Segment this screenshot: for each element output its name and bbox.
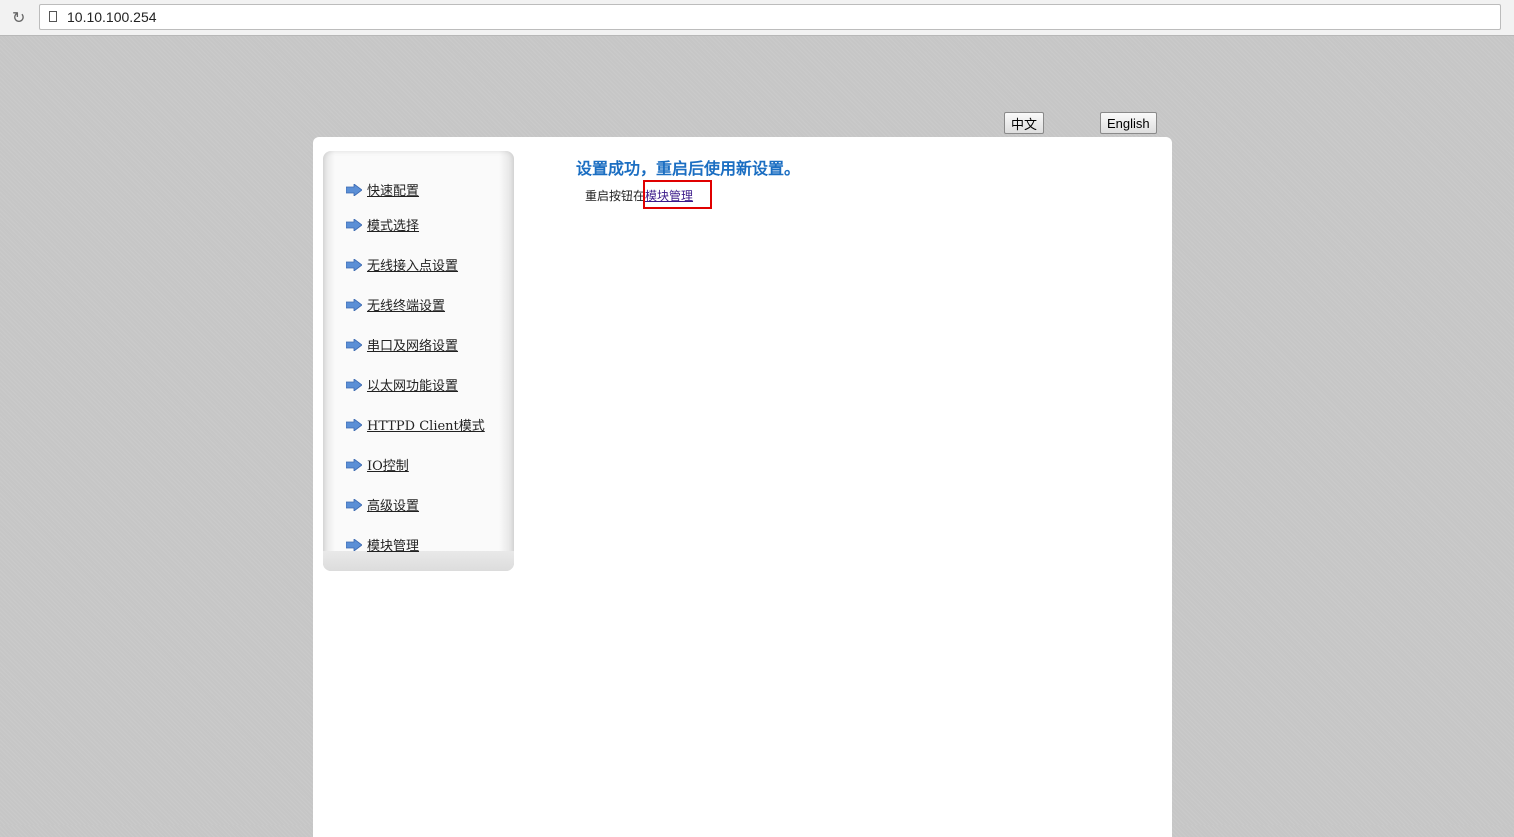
sidebar-item-label[interactable]: HTTPD Client模式 [367,415,485,434]
sidebar-item-label[interactable]: 无线接入点设置 [367,255,458,274]
highlight-box [643,180,712,209]
arrow-right-icon [346,378,362,391]
browser-toolbar: ↻ 10.10.100.254 [0,0,1514,36]
sidebar-item-label[interactable]: 以太网功能设置 [367,375,458,394]
arrow-right-icon [346,298,362,311]
page-icon [49,11,57,22]
sidebar-item-label[interactable]: 无线终端设置 [367,295,445,314]
arrow-right-icon [346,498,362,511]
arrow-right-icon [346,338,362,351]
sidebar-item[interactable]: 无线终端设置 [346,295,445,314]
success-title: 设置成功，重启后使用新设置。 [576,159,801,178]
arrow-right-icon [346,538,362,551]
sidebar-item[interactable]: 模式选择 [346,215,419,234]
sidebar-item-label[interactable]: 快速配置 [367,180,419,199]
sidebar-item[interactable]: 串口及网络设置 [346,335,458,354]
chinese-language-button[interactable]: 中文 [1004,112,1045,134]
reload-icon[interactable]: ↻ [12,8,25,27]
sidebar-item-label[interactable]: 模式选择 [367,215,419,234]
arrow-right-icon [346,418,362,431]
content-panel: 快速配置模式选择无线接入点设置 无线终端设置 串口及网络设置 以太网功能设置 HTTPD… [313,137,1172,837]
arrow-right-icon [346,218,362,231]
sidebar-item-label[interactable]: 模块管理 [367,535,419,554]
sidebar-item[interactable]: 以太网功能设置 [346,375,458,394]
sidebar-item[interactable]: 快速配置 [346,180,419,199]
arrow-right-icon [346,183,362,196]
sidebar-item-label[interactable]: IO控制 [367,455,409,474]
url-text[interactable]: 10.10.100.254 [67,9,157,25]
sidebar-footer [323,551,514,571]
sidebar-item[interactable]: IO控制 [346,455,409,474]
sidebar-item[interactable]: 模块管理 [346,535,419,554]
address-bar[interactable]: 10.10.100.254 [39,4,1501,30]
sidebar-item[interactable]: HTTPD Client模式 [346,415,485,434]
arrow-right-icon [346,258,362,271]
english-language-button[interactable]: English [1100,112,1157,134]
sidebar-item[interactable]: 无线接入点设置 [346,255,458,274]
arrow-right-icon [346,458,362,471]
sidebar-item[interactable]: 高级设置 [346,495,419,514]
sidebar-item-label[interactable]: 串口及网络设置 [367,335,458,354]
restart-hint-text: 重启按钮在 [585,189,646,203]
sidebar-item-label[interactable]: 高级设置 [367,495,419,514]
